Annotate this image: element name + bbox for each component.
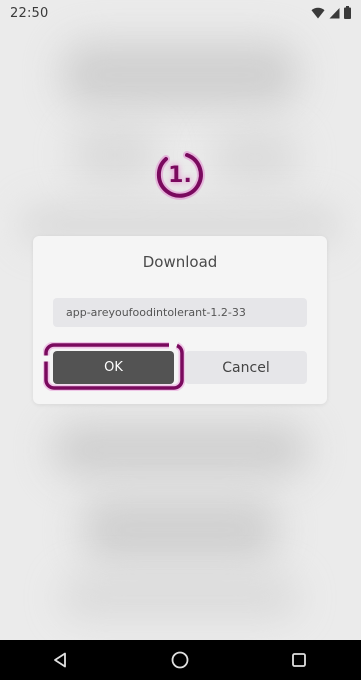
step-marker: 1. [154,149,206,201]
file-name-field[interactable]: app-areyoufoodintolerant-1.2-33 [53,298,307,327]
step-number: 1. [168,162,192,188]
back-icon[interactable] [49,649,71,671]
background-blur [80,495,280,565]
wifi-icon [311,4,325,23]
screen: 22:50 1. Download app-areyoufoodintolera… [0,0,361,680]
background-blur [210,130,300,185]
status-time: 22:50 [10,5,49,21]
status-icons [311,4,351,23]
background-blur [50,420,310,480]
home-icon[interactable] [169,649,191,671]
download-dialog: Download app-areyoufoodintolerant-1.2-33… [33,236,327,404]
ok-button[interactable]: OK [53,351,174,384]
battery-icon [344,4,351,23]
cell-signal-icon [329,4,340,23]
cancel-button[interactable]: Cancel [185,351,307,384]
recents-icon[interactable] [288,649,310,671]
background-blur [60,575,300,620]
background-blur [70,125,160,185]
status-bar: 22:50 [0,0,361,26]
background-blur [60,40,300,110]
navigation-bar [0,640,361,680]
dialog-title: Download [142,253,218,271]
